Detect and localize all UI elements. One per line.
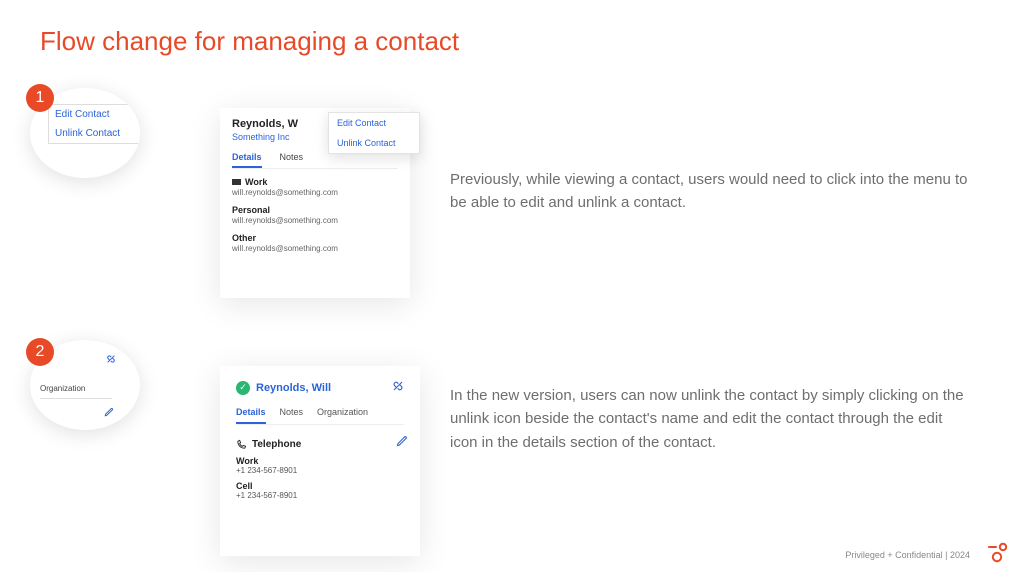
callout-org-tab: Organization	[40, 384, 85, 393]
contact-tabs: Details Notes	[232, 152, 398, 169]
tab-details[interactable]: Details	[236, 407, 266, 424]
edit-icon[interactable]	[396, 435, 408, 450]
callout-menu-unlink[interactable]: Unlink Contact	[49, 124, 140, 143]
phone-cell-label: Cell	[236, 481, 404, 491]
footer-confidential: Privileged + Confidential | 2024	[845, 550, 970, 560]
callout-menu-edit[interactable]: Edit Contact	[49, 105, 140, 124]
tab-notes[interactable]: Notes	[280, 407, 304, 424]
email-personal-value: will.reynolds@something.com	[232, 216, 398, 225]
phone-cell-value: +1 234-567-8901	[236, 491, 404, 500]
contact-card-new: ✓ Reynolds, Will Details Notes Organizat…	[220, 366, 420, 556]
step-badge-1: 1	[26, 84, 54, 112]
email-personal-label: Personal	[232, 205, 398, 215]
menu-popover: Edit Contact Unlink Contact	[328, 112, 420, 154]
telephone-section-title: Telephone	[236, 439, 404, 450]
contact-name-link[interactable]: Reynolds, Will	[256, 382, 331, 394]
slide-title: Flow change for managing a contact	[40, 26, 459, 57]
callout-unlink-icon[interactable]	[106, 354, 116, 367]
tab-organization[interactable]: Organization	[317, 407, 368, 424]
email-other-label: Other	[232, 233, 398, 243]
check-icon: ✓	[236, 381, 250, 395]
description-new-flow: In the new version, users can now unlink…	[450, 384, 970, 454]
email-work-value: will.reynolds@something.com	[232, 188, 398, 197]
mail-icon	[232, 177, 241, 187]
callout-menu-popover: Edit Contact Unlink Contact	[48, 104, 140, 144]
unlink-icon[interactable]	[392, 380, 404, 395]
contact-tabs-new: Details Notes Organization	[236, 407, 404, 425]
email-work-label: Work	[232, 177, 398, 187]
contact-card-old: ⋮ Reynolds, W Something Inc Details Note…	[220, 108, 410, 298]
tab-notes[interactable]: Notes	[280, 152, 304, 168]
callout-divider	[40, 398, 112, 399]
brand-logo-icon	[986, 540, 1010, 564]
menu-edit-contact[interactable]: Edit Contact	[329, 113, 419, 133]
callout-edit-icon[interactable]	[104, 407, 114, 420]
step-badge-2: 2	[26, 338, 54, 366]
email-other-value: will.reynolds@something.com	[232, 244, 398, 253]
phone-work-label: Work	[236, 456, 404, 466]
tab-details[interactable]: Details	[232, 152, 262, 168]
phone-icon	[236, 439, 247, 450]
menu-unlink-contact[interactable]: Unlink Contact	[329, 133, 419, 153]
phone-work-value: +1 234-567-8901	[236, 466, 404, 475]
description-old-flow: Previously, while viewing a contact, use…	[450, 168, 970, 215]
